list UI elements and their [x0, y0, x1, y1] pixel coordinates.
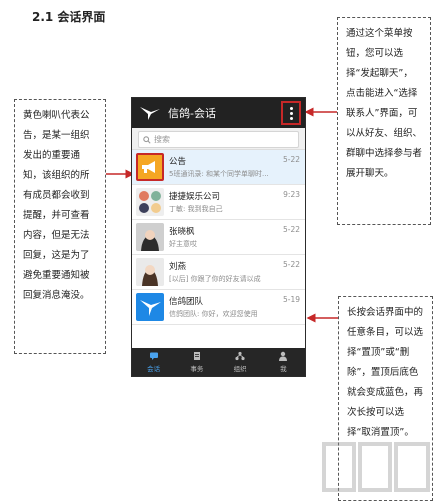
group-avatar — [136, 188, 164, 216]
conversation-row[interactable]: 信鸽团队 信鸽团队: 你好，欢迎您使用 5-19 — [132, 290, 305, 325]
annotation-text: 黄色喇叭代表公告，是某一组织发出的重要通知，该组织的所有成员都会收到提醒，并可查… — [23, 110, 90, 301]
person-icon — [279, 351, 288, 361]
section-title: 2.1 会话界面 — [32, 10, 106, 24]
conversation-time: 9:23 — [283, 190, 300, 199]
conversation-time: 5-22 — [282, 155, 300, 164]
person-avatar — [136, 223, 164, 251]
tab-label: 我 — [280, 365, 287, 373]
watermark-logo — [322, 442, 430, 492]
conversation-preview: 好主意哎 — [169, 240, 197, 248]
conversation-list: 公告 5班通讯录: 和某个同学单聊时... 5-22 捷捷娱乐公司 丁敏: 我到… — [132, 150, 305, 325]
chat-icon — [149, 352, 158, 360]
more-vertical-icon — [289, 106, 293, 110]
megaphone-icon — [136, 153, 164, 181]
app-title: 信鸽-会话 — [168, 107, 216, 120]
conversation-preview: [以后] 你跟了你的好友请以成 — [169, 275, 261, 283]
pigeon-logo-icon — [138, 103, 162, 123]
app-topbar: 信鸽-会话 — [132, 98, 305, 128]
task-icon — [193, 352, 200, 360]
conversation-time: 5-22 — [282, 260, 300, 269]
person-avatar — [136, 258, 164, 286]
phone-screen: 信鸽-会话 搜索 公告 5班通讯录: 和某个同学单聊时... 5-22 捷捷娱乐… — [131, 97, 306, 377]
bottom-tab-bar: 会话 事务 组织 我 — [132, 348, 305, 376]
conversation-title: 信鸽团队 — [169, 297, 204, 307]
conversation-preview: 5班通讯录: 和某个同学单聊时... — [169, 170, 269, 178]
conversation-time: 5-19 — [282, 295, 300, 304]
search-placeholder: 搜索 — [154, 135, 170, 144]
tab-me[interactable]: 我 — [262, 348, 305, 376]
conversation-row-announcement[interactable]: 公告 5班通讯录: 和某个同学单聊时... 5-22 — [132, 150, 305, 185]
annotation-text: 长按会话界面中的任意条目，可以选择“置顶”或“删除”，置顶后底色就会变成蓝色，再… — [347, 307, 424, 438]
conversation-title: 公告 — [169, 157, 187, 167]
conversation-row[interactable]: 捷捷娱乐公司 丁敏: 我到我自己 9:23 — [132, 185, 305, 220]
conversation-title: 张晓枫 — [169, 227, 195, 237]
search-icon — [143, 135, 151, 144]
more-menu-button[interactable] — [281, 101, 301, 125]
pigeon-logo-icon — [136, 293, 164, 321]
conversation-title: 刘燕 — [169, 262, 187, 272]
tab-label: 事务 — [190, 365, 204, 373]
conversation-title: 捷捷娱乐公司 — [169, 192, 221, 202]
tab-label: 组织 — [233, 365, 247, 373]
tab-tasks[interactable]: 事务 — [175, 348, 218, 376]
conversation-row[interactable]: 张晓枫 好主意哎 5-22 — [132, 220, 305, 255]
annotation-text: 通过这个菜单按钮，您可以选择“发起聊天”，点击能进入“选择联系人”界面，可以从好… — [346, 28, 423, 179]
conversation-time: 5-22 — [282, 225, 300, 234]
conversation-preview: 信鸽团队: 你好，欢迎您使用 — [169, 310, 258, 318]
org-icon — [235, 351, 245, 361]
annotation-announcement: 黄色喇叭代表公告，是某一组织发出的重要通知，该组织的所有成员都会收到提醒，并可查… — [14, 99, 106, 354]
tab-organization[interactable]: 组织 — [219, 348, 262, 376]
tab-chat[interactable]: 会话 — [132, 348, 175, 376]
search-bar: 搜索 — [132, 128, 305, 150]
search-input[interactable]: 搜索 — [138, 131, 299, 148]
conversation-preview: 丁敏: 我到我自己 — [169, 205, 223, 213]
annotation-menu-button: 通过这个菜单按钮，您可以选择“发起聊天”，点击能进入“选择联系人”界面，可以从好… — [337, 17, 431, 225]
tab-label: 会话 — [147, 365, 161, 373]
conversation-row[interactable]: 刘燕 [以后] 你跟了你的好友请以成 5-22 — [132, 255, 305, 290]
